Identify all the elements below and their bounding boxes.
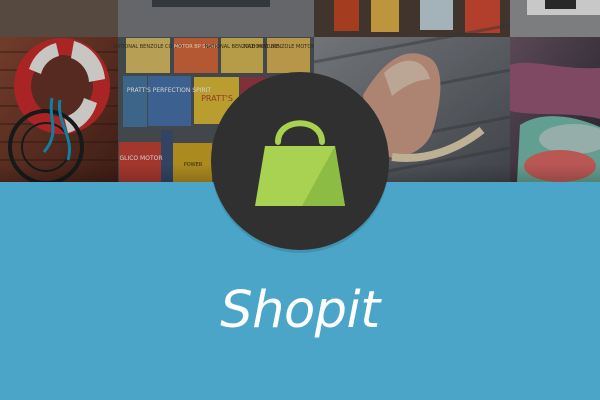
shopping-bag-icon <box>255 120 345 206</box>
shopit-splash-screen: NATIONAL BENZOLE CO LTD MOTOR BP SPIRIT … <box>0 0 600 400</box>
app-logo-badge <box>211 72 389 250</box>
app-title: Shopit <box>220 281 380 340</box>
